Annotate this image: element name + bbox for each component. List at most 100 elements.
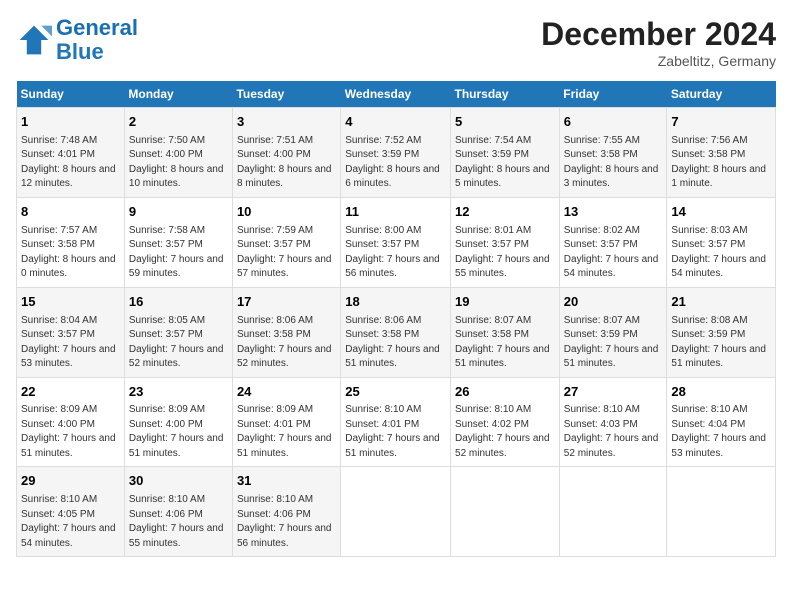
calendar-cell: 21 Sunrise: 8:08 AMSunset: 3:59 PMDayligh… (667, 287, 776, 377)
calendar-cell: 19 Sunrise: 8:07 AMSunset: 3:58 PMDayligh… (451, 287, 560, 377)
cell-info: Sunrise: 8:10 AMSunset: 4:05 PMDaylight:… (21, 493, 120, 551)
day-number: 18 (345, 293, 446, 312)
day-number: 28 (671, 383, 771, 402)
calendar-cell: 31 Sunrise: 8:10 AMSunset: 4:06 PMDayligh… (232, 467, 340, 557)
day-number: 30 (129, 472, 228, 491)
calendar-week-row: 15 Sunrise: 8:04 AMSunset: 3:57 PMDayligh… (17, 287, 776, 377)
day-number: 20 (564, 293, 663, 312)
calendar-cell (341, 467, 451, 557)
cell-info: Sunrise: 7:50 AMSunset: 4:00 PMDaylight:… (129, 134, 228, 192)
calendar-table: SundayMondayTuesdayWednesdayThursdayFrid… (16, 81, 776, 557)
calendar-cell: 27Sunrise: 8:10 AMSunset: 4:03 PMDayligh… (559, 377, 667, 467)
calendar-cell: 28Sunrise: 8:10 AMSunset: 4:04 PMDayligh… (667, 377, 776, 467)
cell-info: Sunrise: 8:08 AMSunset: 3:59 PMDaylight:… (671, 314, 771, 372)
cell-info: Sunrise: 8:10 AMSunset: 4:04 PMDaylight:… (671, 403, 771, 461)
cell-info: Sunrise: 8:09 AMSunset: 4:00 PMDaylight:… (129, 403, 228, 461)
day-number: 14 (671, 203, 771, 222)
title-block: December 2024 Zabeltitz, Germany (541, 16, 776, 69)
logo-blue: Blue (56, 39, 104, 64)
cell-info: Sunrise: 8:00 AMSunset: 3:57 PMDaylight:… (345, 224, 446, 282)
day-number: 27 (564, 383, 663, 402)
day-number: 10 (237, 203, 336, 222)
header-saturday: Saturday (667, 81, 776, 108)
header-friday: Friday (559, 81, 667, 108)
calendar-cell: 29 Sunrise: 8:10 AMSunset: 4:05 PMDayligh… (17, 467, 125, 557)
month-title: December 2024 (541, 16, 776, 53)
calendar-cell: 25Sunrise: 8:10 AMSunset: 4:01 PMDayligh… (341, 377, 451, 467)
calendar-cell: 20 Sunrise: 8:07 AMSunset: 3:59 PMDayligh… (559, 287, 667, 377)
day-number: 8 (21, 203, 120, 222)
page-header: General Blue December 2024 Zabeltitz, Ge… (16, 16, 776, 69)
calendar-cell: 1Sunrise: 7:48 AMSunset: 4:01 PMDaylight… (17, 108, 125, 198)
calendar-cell: 2 Sunrise: 7:50 AMSunset: 4:00 PMDaylight… (124, 108, 232, 198)
cell-info: Sunrise: 8:10 AMSunset: 4:01 PMDaylight:… (345, 403, 446, 461)
header-sunday: Sunday (17, 81, 125, 108)
calendar-cell (559, 467, 667, 557)
day-number: 12 (455, 203, 555, 222)
cell-info: Sunrise: 8:02 AMSunset: 3:57 PMDaylight:… (564, 224, 663, 282)
cell-info: Sunrise: 8:10 AMSunset: 4:02 PMDaylight:… (455, 403, 555, 461)
day-number: 6 (564, 113, 663, 132)
calendar-cell: 5Sunrise: 7:54 AMSunset: 3:59 PMDaylight… (451, 108, 560, 198)
calendar-cell (667, 467, 776, 557)
day-number: 15 (21, 293, 120, 312)
location-subtitle: Zabeltitz, Germany (541, 53, 776, 69)
calendar-cell: 26Sunrise: 8:10 AMSunset: 4:02 PMDayligh… (451, 377, 560, 467)
calendar-cell: 11 Sunrise: 8:00 AMSunset: 3:57 PMDayligh… (341, 197, 451, 287)
cell-info: Sunrise: 8:06 AMSunset: 3:58 PMDaylight:… (237, 314, 336, 372)
calendar-cell: 30 Sunrise: 8:10 AMSunset: 4:06 PMDayligh… (124, 467, 232, 557)
day-number: 21 (671, 293, 771, 312)
calendar-cell: 18 Sunrise: 8:06 AMSunset: 3:58 PMDayligh… (341, 287, 451, 377)
day-number: 29 (21, 472, 120, 491)
cell-info: Sunrise: 8:10 AMSunset: 4:06 PMDaylight:… (129, 493, 228, 551)
cell-info: Sunrise: 8:10 AMSunset: 4:03 PMDaylight:… (564, 403, 663, 461)
calendar-header-row: SundayMondayTuesdayWednesdayThursdayFrid… (17, 81, 776, 108)
day-number: 31 (237, 472, 336, 491)
calendar-cell: 22Sunrise: 8:09 AMSunset: 4:00 PMDayligh… (17, 377, 125, 467)
calendar-cell: 13 Sunrise: 8:02 AMSunset: 3:57 PMDayligh… (559, 197, 667, 287)
logo-icon (16, 22, 52, 58)
calendar-cell: 8 Sunrise: 7:57 AMSunset: 3:58 PMDaylight… (17, 197, 125, 287)
calendar-cell: 14 Sunrise: 8:03 AMSunset: 3:57 PMDayligh… (667, 197, 776, 287)
calendar-week-row: 29 Sunrise: 8:10 AMSunset: 4:05 PMDayligh… (17, 467, 776, 557)
cell-info: Sunrise: 8:09 AMSunset: 4:00 PMDaylight:… (21, 403, 120, 461)
calendar-cell: 6 Sunrise: 7:55 AMSunset: 3:58 PMDaylight… (559, 108, 667, 198)
calendar-cell: 24Sunrise: 8:09 AMSunset: 4:01 PMDayligh… (232, 377, 340, 467)
cell-info: Sunrise: 7:58 AMSunset: 3:57 PMDaylight:… (129, 224, 228, 282)
day-number: 19 (455, 293, 555, 312)
day-number: 2 (129, 113, 228, 132)
calendar-cell: 23Sunrise: 8:09 AMSunset: 4:00 PMDayligh… (124, 377, 232, 467)
cell-info: Sunrise: 7:55 AMSunset: 3:58 PMDaylight:… (564, 134, 663, 192)
day-number: 3 (237, 113, 336, 132)
day-number: 11 (345, 203, 446, 222)
day-number: 16 (129, 293, 228, 312)
day-number: 22 (21, 383, 120, 402)
cell-info: Sunrise: 7:51 AMSunset: 4:00 PMDaylight:… (237, 134, 336, 192)
cell-info: Sunrise: 8:03 AMSunset: 3:57 PMDaylight:… (671, 224, 771, 282)
day-number: 13 (564, 203, 663, 222)
calendar-week-row: 22Sunrise: 8:09 AMSunset: 4:00 PMDayligh… (17, 377, 776, 467)
header-tuesday: Tuesday (232, 81, 340, 108)
cell-info: Sunrise: 8:10 AMSunset: 4:06 PMDaylight:… (237, 493, 336, 551)
day-number: 23 (129, 383, 228, 402)
cell-info: Sunrise: 8:06 AMSunset: 3:58 PMDaylight:… (345, 314, 446, 372)
calendar-cell: 16 Sunrise: 8:05 AMSunset: 3:57 PMDayligh… (124, 287, 232, 377)
cell-info: Sunrise: 8:04 AMSunset: 3:57 PMDaylight:… (21, 314, 120, 372)
calendar-week-row: 1Sunrise: 7:48 AMSunset: 4:01 PMDaylight… (17, 108, 776, 198)
calendar-cell: 4Sunrise: 7:52 AMSunset: 3:59 PMDaylight… (341, 108, 451, 198)
cell-info: Sunrise: 8:09 AMSunset: 4:01 PMDaylight:… (237, 403, 336, 461)
day-number: 24 (237, 383, 336, 402)
day-number: 25 (345, 383, 446, 402)
cell-info: Sunrise: 7:57 AMSunset: 3:58 PMDaylight:… (21, 224, 120, 282)
calendar-cell: 17Sunrise: 8:06 AMSunset: 3:58 PMDayligh… (232, 287, 340, 377)
cell-info: Sunrise: 8:05 AMSunset: 3:57 PMDaylight:… (129, 314, 228, 372)
cell-info: Sunrise: 8:07 AMSunset: 3:59 PMDaylight:… (564, 314, 663, 372)
calendar-week-row: 8 Sunrise: 7:57 AMSunset: 3:58 PMDaylight… (17, 197, 776, 287)
cell-info: Sunrise: 8:07 AMSunset: 3:58 PMDaylight:… (455, 314, 555, 372)
day-number: 5 (455, 113, 555, 132)
header-wednesday: Wednesday (341, 81, 451, 108)
calendar-cell: 9 Sunrise: 7:58 AMSunset: 3:57 PMDaylight… (124, 197, 232, 287)
cell-info: Sunrise: 8:01 AMSunset: 3:57 PMDaylight:… (455, 224, 555, 282)
cell-info: Sunrise: 7:52 AMSunset: 3:59 PMDaylight:… (345, 134, 446, 192)
day-number: 9 (129, 203, 228, 222)
